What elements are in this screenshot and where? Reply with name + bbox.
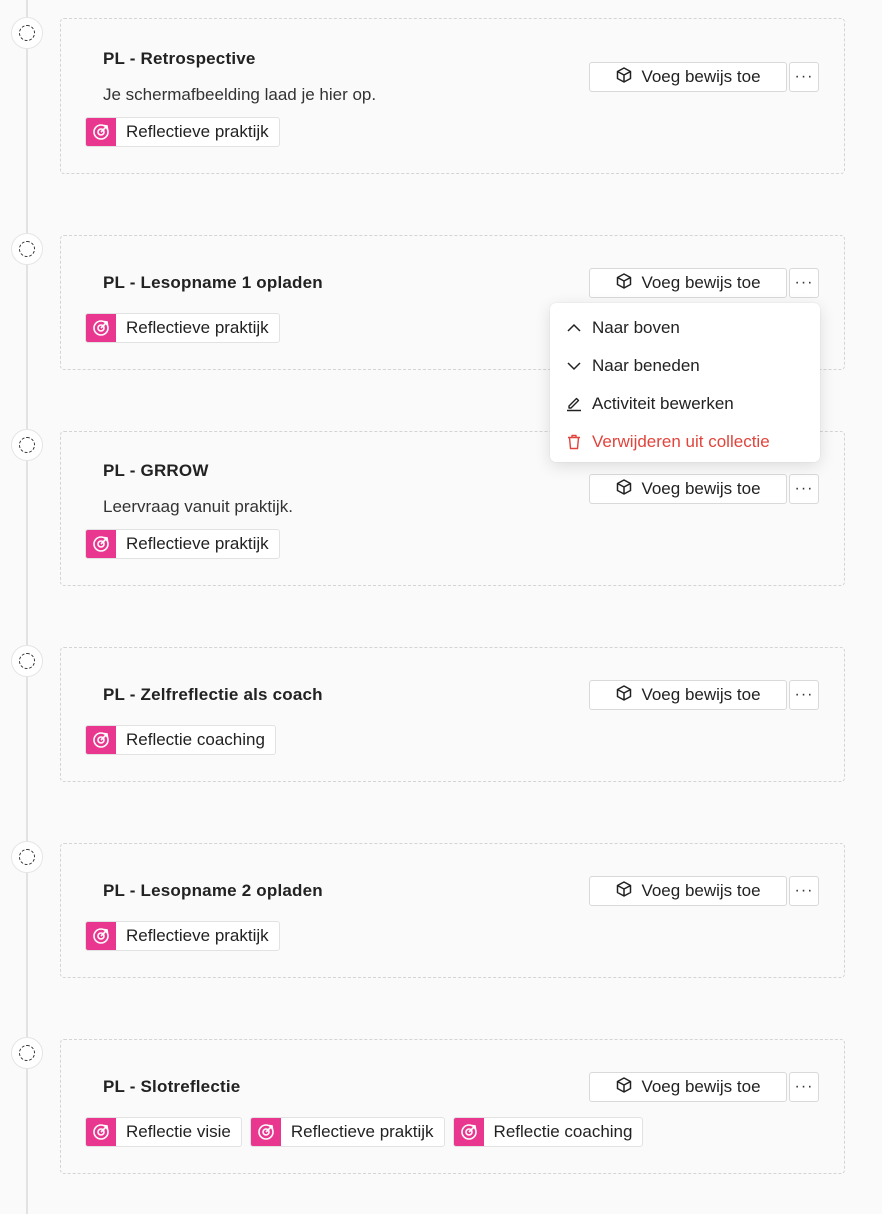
tag-label: Reflectieve praktijk (126, 122, 269, 141)
ellipsis-icon: ··· (794, 882, 814, 899)
menu-item-label: Naar boven (592, 318, 680, 337)
activity-description: Je schermafbeelding laad je hier op. (103, 85, 377, 104)
activity-title: PL - Lesopname 2 opladen (103, 881, 323, 900)
more-options-button[interactable]: ··· (789, 62, 819, 92)
ellipsis-icon: ··· (794, 686, 814, 703)
competency-tag[interactable]: Reflectieve praktijk (85, 529, 280, 559)
activity-actions: Voeg bewijs toe ··· (589, 1072, 819, 1102)
more-options-button[interactable]: ··· (789, 876, 819, 906)
activity-title: PL - GRROW (103, 461, 209, 480)
activity-card: PL - Slotreflectie Reflectie visie Refle… (60, 1039, 845, 1174)
menu-item-label: Activiteit bewerken (592, 394, 734, 413)
target-icon (250, 1118, 281, 1146)
tag-label: Reflectie coaching (126, 730, 265, 749)
activity-actions: Voeg bewijs toe ··· (589, 62, 819, 92)
add-evidence-button[interactable]: Voeg bewijs toe (589, 680, 787, 710)
target-icon (86, 118, 116, 146)
tag-label: Reflectieve praktijk (290, 1122, 434, 1141)
activity-actions: Voeg bewijs toe ··· (589, 268, 819, 298)
competency-tag[interactable]: Reflectieve praktijk (85, 921, 280, 951)
add-evidence-label: Voeg bewijs toe (641, 881, 761, 900)
tag-list: Reflectieve praktijk (85, 117, 280, 147)
more-options-button[interactable]: ··· (789, 680, 819, 710)
competency-tag[interactable]: Reflectieve praktijk (85, 117, 280, 147)
cube-icon (615, 272, 633, 295)
target-icon (453, 1118, 484, 1146)
ellipsis-icon: ··· (794, 274, 814, 291)
activity-card: PL - Lesopname 2 opladen Reflectieve pra… (60, 843, 845, 978)
menu-item-remove-from-collection[interactable]: Verwijderen uit collectie (550, 423, 820, 461)
add-evidence-button[interactable]: Voeg bewijs toe (589, 876, 787, 906)
chevron-down-icon (566, 358, 582, 374)
target-icon (86, 726, 116, 754)
activity-status-icon (11, 1037, 43, 1069)
activity-title: PL - Lesopname 1 opladen (103, 273, 323, 292)
activity-card: PL - Retrospective Je schermafbeelding l… (60, 18, 845, 174)
menu-item-move-up[interactable]: Naar boven (550, 309, 820, 347)
activity-description: Leervraag vanuit praktijk. (103, 497, 293, 516)
activity-status-icon (11, 645, 43, 677)
activity-title: PL - Retrospective (103, 49, 256, 68)
add-evidence-button[interactable]: Voeg bewijs toe (589, 474, 787, 504)
trash-icon (566, 434, 582, 450)
tag-label: Reflectieve praktijk (126, 926, 269, 945)
cube-icon (615, 66, 633, 89)
cube-icon (615, 478, 633, 501)
add-evidence-label: Voeg bewijs toe (641, 273, 761, 292)
target-icon (86, 530, 116, 558)
activity-actions: Voeg bewijs toe ··· (589, 474, 819, 504)
tag-label: Reflectie coaching (493, 1122, 633, 1141)
tag-label: Reflectieve praktijk (126, 318, 269, 337)
tag-list: Reflectieve praktijk (85, 529, 280, 559)
menu-item-edit-activity[interactable]: Activiteit bewerken (550, 385, 820, 423)
activity-title: PL - Slotreflectie (103, 1077, 241, 1096)
tag-label: Reflectieve praktijk (126, 534, 269, 553)
tag-list: Reflectieve praktijk (85, 313, 280, 343)
ellipsis-icon: ··· (794, 1078, 814, 1095)
more-options-button[interactable]: ··· (789, 268, 819, 298)
add-evidence-label: Voeg bewijs toe (641, 67, 761, 86)
activity-card: PL - Zelfreflectie als coach Reflectie c… (60, 647, 845, 782)
ellipsis-icon: ··· (794, 68, 814, 85)
competency-tag[interactable]: Reflectieve praktijk (85, 313, 280, 343)
competency-tag[interactable]: Reflectie coaching (452, 1117, 644, 1147)
add-evidence-button[interactable]: Voeg bewijs toe (589, 62, 787, 92)
add-evidence-button[interactable]: Voeg bewijs toe (589, 1072, 787, 1102)
tag-list: Reflectieve praktijk (85, 921, 280, 951)
ellipsis-icon: ··· (794, 480, 814, 497)
add-evidence-button[interactable]: Voeg bewijs toe (589, 268, 787, 298)
activity-status-icon (11, 233, 43, 265)
activity-actions: Voeg bewijs toe ··· (589, 876, 819, 906)
more-options-button[interactable]: ··· (789, 474, 819, 504)
menu-item-move-down[interactable]: Naar beneden (550, 347, 820, 385)
tag-list: Reflectie coaching (85, 725, 276, 755)
target-icon (86, 1118, 116, 1146)
cube-icon (615, 684, 633, 707)
activity-options-menu: Naar boven Naar beneden Activiteit bewer… (550, 303, 820, 462)
competency-tag[interactable]: Reflectie visie (85, 1117, 242, 1147)
more-options-button[interactable]: ··· (789, 1072, 819, 1102)
tag-list: Reflectie visie Reflectieve praktijk Ref… (85, 1117, 644, 1147)
menu-item-label: Verwijderen uit collectie (592, 432, 770, 451)
cube-icon (615, 880, 633, 903)
pencil-icon (566, 396, 582, 412)
menu-item-label: Naar beneden (592, 356, 700, 375)
activity-actions: Voeg bewijs toe ··· (589, 680, 819, 710)
activity-status-icon (11, 841, 43, 873)
competency-tag[interactable]: Reflectie coaching (85, 725, 276, 755)
tag-label: Reflectie visie (126, 1122, 231, 1141)
add-evidence-label: Voeg bewijs toe (641, 479, 761, 498)
add-evidence-label: Voeg bewijs toe (641, 1077, 761, 1096)
competency-tag[interactable]: Reflectieve praktijk (249, 1117, 445, 1147)
target-icon (86, 922, 116, 950)
add-evidence-label: Voeg bewijs toe (641, 685, 761, 704)
target-icon (86, 314, 116, 342)
activity-status-icon (11, 429, 43, 461)
chevron-up-icon (566, 320, 582, 336)
timeline-line (26, 0, 28, 1214)
activity-status-icon (11, 17, 43, 49)
activity-title: PL - Zelfreflectie als coach (103, 685, 323, 704)
cube-icon (615, 1076, 633, 1099)
